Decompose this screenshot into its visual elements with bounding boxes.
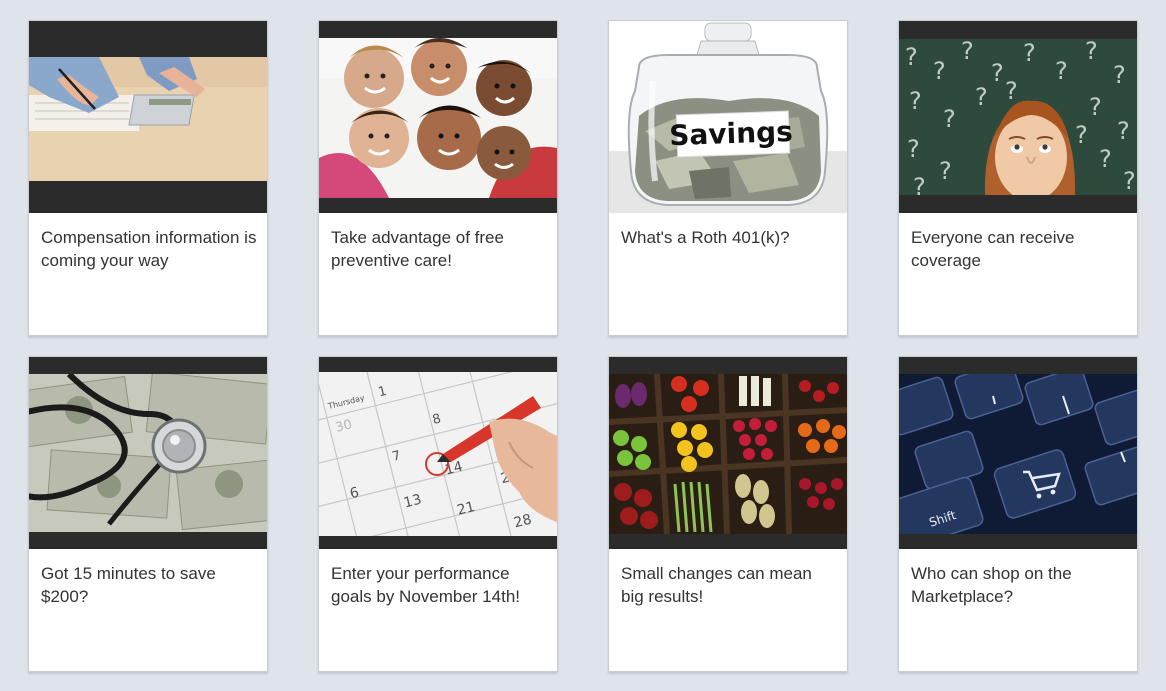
article-card[interactable]: Shift Who can shop on the Marketplace?	[898, 356, 1138, 672]
svg-text:?: ?	[975, 83, 988, 111]
card-image: ??? ??? ??? ??? ??? ??? ??	[899, 21, 1137, 213]
card-title[interactable]: Everyone can receive coverage	[911, 226, 1127, 272]
children-circle-photo	[319, 38, 557, 198]
article-card[interactable]: Small changes can mean big results!	[608, 356, 848, 672]
card-title[interactable]: What's a Roth 401(k)?	[621, 226, 837, 249]
svg-text:?: ?	[1123, 167, 1136, 195]
svg-text:?: ?	[909, 87, 922, 115]
card-image: Shift	[899, 357, 1137, 549]
stethoscope-money-photo	[29, 374, 267, 532]
savings-jar-photo: Savings	[609, 21, 847, 213]
article-card[interactable]: ??? ??? ??? ??? ??? ??? ?? Everyone can …	[898, 20, 1138, 336]
calendar-pen-photo: Thursday 1 30 8 7 6 14 13 21 22 12 20 28	[319, 372, 557, 536]
svg-text:?: ?	[1075, 121, 1088, 149]
card-image	[29, 21, 267, 213]
svg-text:?: ?	[1023, 39, 1036, 67]
question-marks-woman-photo: ??? ??? ??? ??? ??? ??? ??	[899, 39, 1137, 195]
card-title[interactable]: Got 15 minutes to save $200?	[41, 562, 257, 608]
article-card[interactable]: Thursday 1 30 8 7 6 14 13 21 22 12 20 28…	[318, 356, 558, 672]
svg-text:?: ?	[1089, 93, 1102, 121]
article-card[interactable]: Savings What's a Roth 401(k)?	[608, 20, 848, 336]
svg-text:?: ?	[943, 105, 956, 133]
svg-text:?: ?	[907, 135, 920, 163]
savings-label: Savings	[669, 115, 794, 152]
article-card[interactable]: Compensation information is coming your …	[28, 20, 268, 336]
card-title[interactable]: Small changes can mean big results!	[621, 562, 837, 608]
svg-text:?: ?	[1055, 57, 1068, 85]
svg-text:?: ?	[1005, 77, 1018, 105]
card-image	[609, 357, 847, 549]
svg-text:?: ?	[961, 39, 974, 65]
svg-text:?: ?	[939, 157, 952, 185]
card-title[interactable]: Enter your performance goals by November…	[331, 562, 547, 608]
card-title[interactable]: Take advantage of free preventive care!	[331, 226, 547, 272]
card-image	[29, 357, 267, 549]
calculator-paperwork-photo	[29, 57, 267, 181]
svg-text:?: ?	[913, 173, 926, 195]
svg-text:?: ?	[1085, 39, 1098, 65]
svg-text:?: ?	[991, 59, 1004, 87]
article-card[interactable]: Take advantage of free preventive care!	[318, 20, 558, 336]
svg-text:?: ?	[1117, 117, 1130, 145]
keyboard-cart-photo: Shift	[899, 374, 1137, 534]
produce-crate-photo	[609, 374, 847, 534]
card-image: Savings	[609, 21, 847, 213]
article-card[interactable]: Got 15 minutes to save $200?	[28, 356, 268, 672]
card-image: Thursday 1 30 8 7 6 14 13 21 22 12 20 28	[319, 357, 557, 549]
svg-text:?: ?	[933, 57, 946, 85]
card-title[interactable]: Compensation information is coming your …	[41, 226, 257, 272]
card-title[interactable]: Who can shop on the Marketplace?	[911, 562, 1127, 608]
svg-text:?: ?	[1099, 145, 1112, 173]
svg-text:?: ?	[1113, 61, 1126, 89]
card-image	[319, 21, 557, 213]
svg-text:?: ?	[905, 43, 918, 71]
